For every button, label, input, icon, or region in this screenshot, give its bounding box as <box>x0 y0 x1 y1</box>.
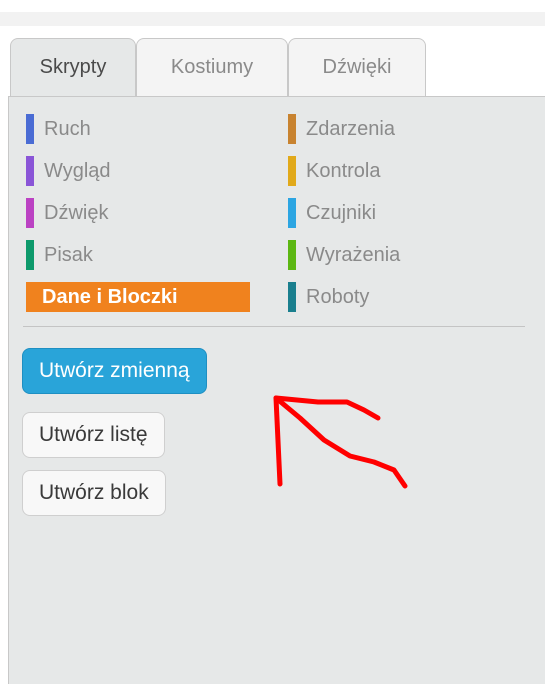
tab-sounds[interactable]: Dźwięki <box>288 38 426 96</box>
pen-color-swatch <box>26 240 34 270</box>
category-label: Dane i Bloczki <box>26 282 250 312</box>
tab-scripts[interactable]: Skrypty <box>10 38 136 98</box>
motion-color-swatch <box>26 114 34 144</box>
top-strip <box>0 12 545 26</box>
category-label: Zdarzenia <box>306 118 395 140</box>
make-variable-button[interactable]: Utwórz zmienną <box>22 348 207 394</box>
category-label: Wygląd <box>44 160 111 182</box>
category-divider <box>23 326 525 327</box>
sound-color-swatch <box>26 198 34 228</box>
control-color-swatch <box>288 156 296 186</box>
tab-costumes[interactable]: Kostiumy <box>136 38 288 96</box>
make-block-button[interactable]: Utwórz blok <box>22 470 166 516</box>
category-label: Roboty <box>306 286 370 308</box>
category-label: Ruch <box>44 118 91 140</box>
category-data-and-blocks[interactable]: Dane i Bloczki <box>26 282 250 312</box>
category-label: Wyrażenia <box>306 244 401 266</box>
category-label: Dźwięk <box>44 202 109 224</box>
sensing-color-swatch <box>288 198 296 228</box>
operators-color-swatch <box>288 240 296 270</box>
make-list-button[interactable]: Utwórz listę <box>22 412 165 458</box>
category-label: Czujniki <box>306 202 377 224</box>
events-color-swatch <box>288 114 296 144</box>
category-label: Kontrola <box>306 160 381 182</box>
robots-color-swatch <box>288 282 296 312</box>
looks-color-swatch <box>26 156 34 186</box>
category-label: Pisak <box>44 244 93 266</box>
